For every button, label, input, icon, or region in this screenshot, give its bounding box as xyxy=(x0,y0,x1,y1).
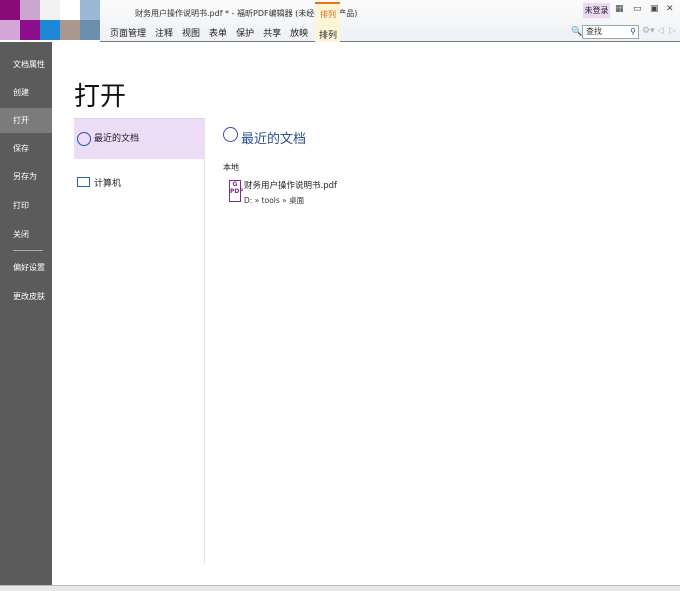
logo-tile xyxy=(60,0,80,20)
section-local: 本地 xyxy=(223,163,239,172)
close-icon[interactable]: ✕ xyxy=(666,4,674,14)
option-label: 最近的文档 xyxy=(94,134,140,144)
ribbon-tabs: 页面管理 注释 视图 表单 保护 共享 放映 帮助 xyxy=(110,26,335,39)
computer-icon xyxy=(77,177,90,187)
tab-protect[interactable]: 保护 xyxy=(236,26,254,39)
logo-tile xyxy=(0,20,20,40)
search-placeholder: 查找 xyxy=(586,27,602,36)
next-icon[interactable]: ▷ xyxy=(669,26,676,36)
settings-icon[interactable]: ⚙▾ xyxy=(642,26,655,36)
recent-documents-title: 最近的文档 xyxy=(241,132,307,147)
tab-slideshow[interactable]: 放映 xyxy=(290,26,308,39)
clock-icon xyxy=(77,132,91,146)
sidebar-item-save[interactable]: 保存 xyxy=(0,136,52,161)
logo-tile xyxy=(0,0,20,20)
sidebar-item-open[interactable]: 打开 xyxy=(0,108,52,133)
minimize-icon[interactable]: ▭ xyxy=(633,4,642,14)
tab-share[interactable]: 共享 xyxy=(263,26,281,39)
sidebar-item-close[interactable]: 关闭 xyxy=(0,222,52,247)
app-logo-tiles xyxy=(0,0,100,40)
sidebar-item-skin[interactable]: 更改皮肤 xyxy=(0,284,52,309)
divider xyxy=(204,118,205,563)
tab-comment[interactable]: 注释 xyxy=(155,26,173,39)
recent-file-path: D: » tools » 桌面 xyxy=(244,196,305,205)
logo-tile xyxy=(60,20,80,40)
clock-icon xyxy=(223,127,238,142)
search-icon[interactable]: ⚲ xyxy=(630,26,636,38)
logo-tile xyxy=(40,0,60,20)
tab-arrange[interactable]: 排列 xyxy=(319,28,337,41)
search-input[interactable]: 查找 ⚲ xyxy=(582,25,639,39)
logo-tile xyxy=(80,20,100,40)
find-folder-icon[interactable]: 🔍 xyxy=(571,27,582,37)
logo-tile xyxy=(80,0,100,20)
tab-form[interactable]: 表单 xyxy=(209,26,227,39)
option-computer[interactable]: 计算机 xyxy=(74,164,204,205)
restore-icon[interactable]: ▣ xyxy=(650,4,659,14)
sidebar: 文档属性 创建 打开 保存 另存为 打印 关闭 偏好设置 更改皮肤 xyxy=(0,42,52,585)
tab-page-management[interactable]: 页面管理 xyxy=(110,26,146,39)
logo-tile xyxy=(40,20,60,40)
pdf-file-icon: G PDF xyxy=(229,180,243,202)
page-title: 打开 xyxy=(74,82,127,112)
logo-tile xyxy=(20,20,40,40)
tab-view[interactable]: 视图 xyxy=(182,26,200,39)
sidebar-item-save-as[interactable]: 另存为 xyxy=(0,164,52,189)
sidebar-item-print[interactable]: 打印 xyxy=(0,193,52,218)
context-group-label: 排列 xyxy=(320,10,336,19)
sidebar-divider xyxy=(13,250,43,251)
option-recent-documents[interactable]: 最近的文档 xyxy=(74,118,204,159)
sidebar-item-preferences[interactable]: 偏好设置 xyxy=(0,255,52,280)
status-bar xyxy=(0,585,680,591)
option-label: 计算机 xyxy=(94,179,122,189)
sidebar-item-properties[interactable]: 文档属性 xyxy=(0,52,52,77)
layout-icon[interactable]: ▦ xyxy=(615,4,624,14)
prev-icon[interactable]: ◁ xyxy=(657,26,664,36)
sidebar-item-create[interactable]: 创建 xyxy=(0,80,52,105)
login-button[interactable]: 未登录 xyxy=(583,3,610,18)
recent-file-name[interactable]: 财务用户操作说明书.pdf xyxy=(244,179,337,191)
logo-tile xyxy=(20,0,40,20)
context-tab-arrange[interactable]: 排列 排列 xyxy=(315,2,340,42)
